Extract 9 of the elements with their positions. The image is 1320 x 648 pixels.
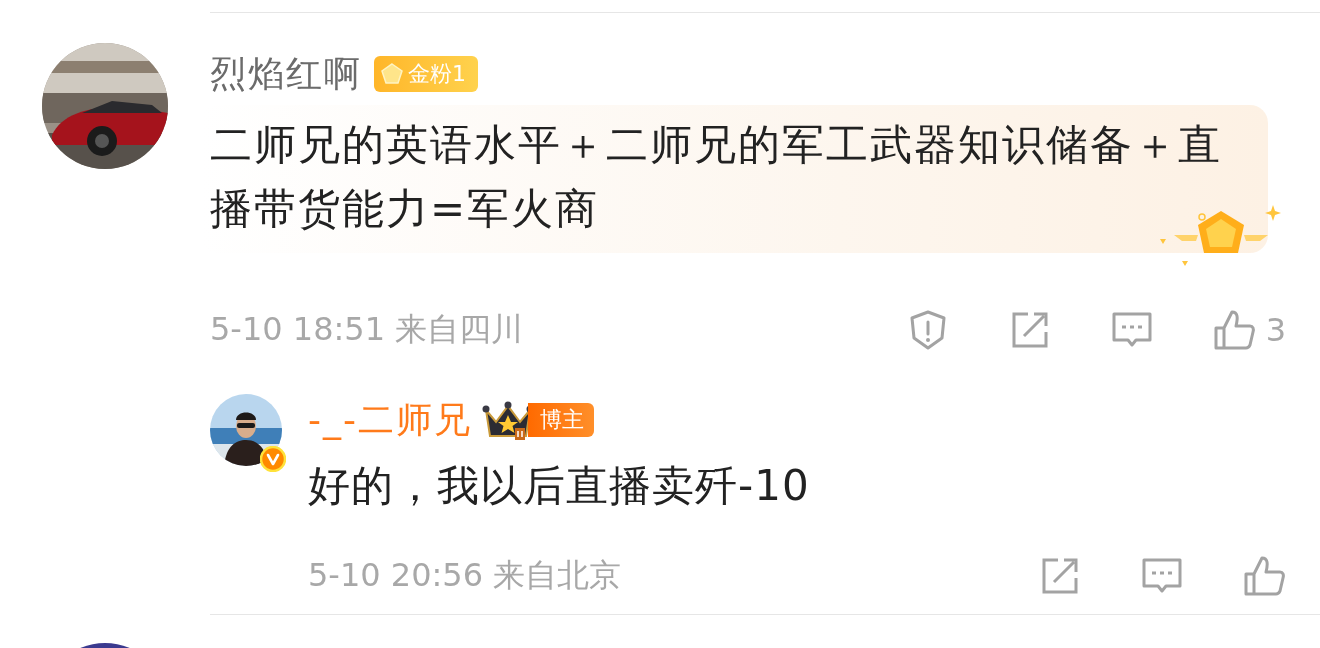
username[interactable]: 烈焰红啊 <box>210 49 362 99</box>
blogger-badge: 博主 <box>528 403 594 437</box>
thumbs-up-icon[interactable] <box>1242 554 1286 598</box>
fan-badge: 金粉1 <box>374 56 478 92</box>
comment-meta: 5-10 18:51 来自四川 <box>210 309 524 350</box>
reply-meta: 5-10 20:56 来自北京 <box>308 555 622 596</box>
comment-text: 二师兄的英语水平＋二师兄的军工武器知识储备＋直播带货能力=军火商 <box>210 119 1223 235</box>
like-count: 3 <box>1265 311 1286 349</box>
reply-text: 好的，我以后直播卖歼-10 <box>308 460 811 512</box>
